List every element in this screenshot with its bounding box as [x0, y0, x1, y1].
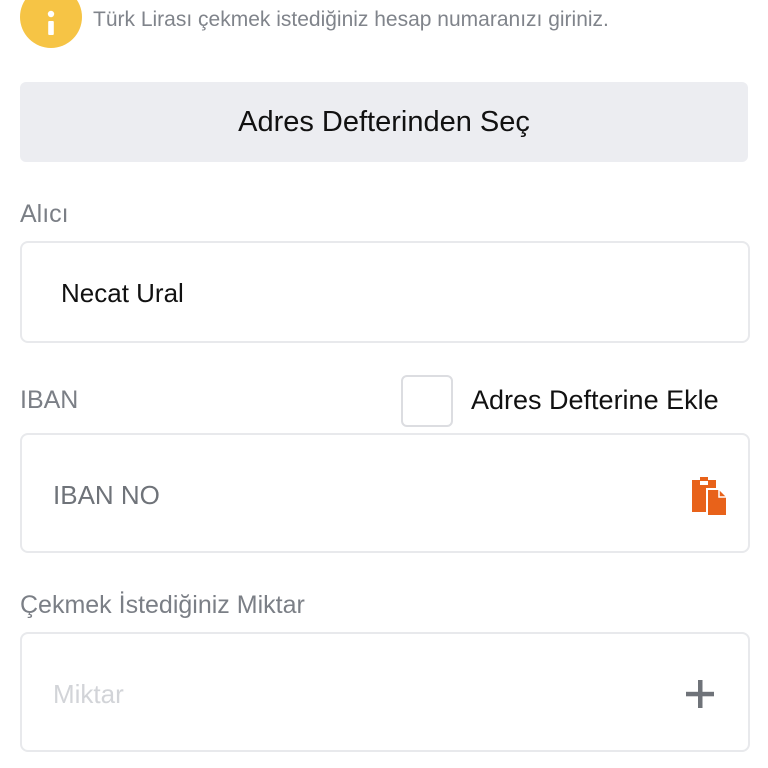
- iban-label: IBAN: [20, 386, 79, 414]
- recipient-input[interactable]: Necat Ural: [20, 241, 750, 343]
- recipient-value: Necat Ural: [61, 278, 184, 308]
- select-from-address-book-button[interactable]: Adres Defterinden Seç: [20, 82, 748, 162]
- iban-input[interactable]: IBAN NO: [20, 433, 750, 553]
- clipboard-paste-icon[interactable]: [686, 473, 730, 517]
- recipient-label: Alıcı: [20, 200, 69, 228]
- info-banner: Türk Lirası çekmek istediğiniz hesap num…: [20, 0, 748, 50]
- amount-label: Çekmek İstediğiniz Miktar: [20, 591, 305, 619]
- iban-placeholder: IBAN NO: [53, 480, 160, 510]
- plus-icon[interactable]: [684, 678, 716, 710]
- amount-placeholder: Miktar: [53, 679, 124, 709]
- amount-input[interactable]: Miktar: [20, 632, 750, 752]
- info-icon: [20, 0, 82, 48]
- add-to-address-book-label[interactable]: Adres Defterine Ekle: [471, 385, 719, 416]
- select-from-address-book-label: Adres Defterinden Seç: [238, 105, 530, 138]
- add-to-address-book-checkbox[interactable]: [401, 375, 453, 427]
- info-text: Türk Lirası çekmek istediğiniz hesap num…: [93, 8, 609, 31]
